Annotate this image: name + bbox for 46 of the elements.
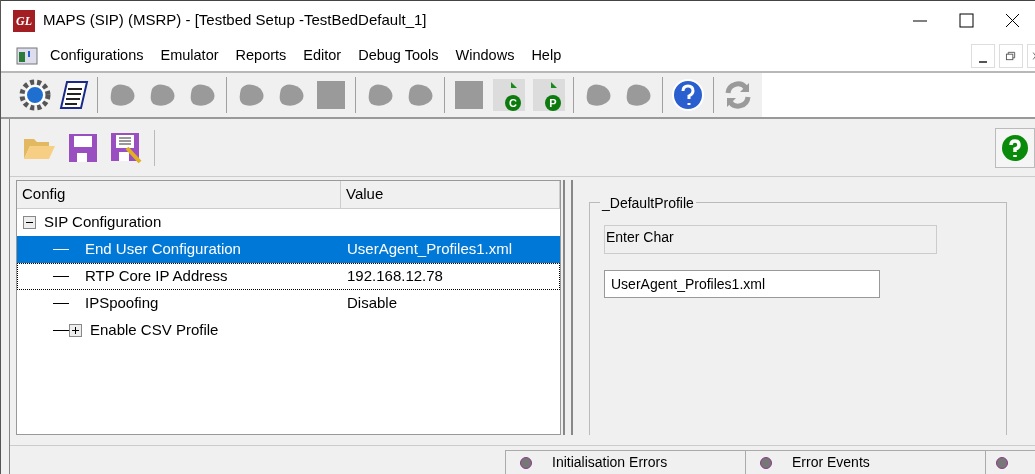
splitter[interactable] xyxy=(563,180,573,435)
help-icon xyxy=(1001,133,1029,162)
app-logo: GL xyxy=(13,9,35,32)
restore-button[interactable] xyxy=(999,43,1023,68)
menu-item[interactable]: Configurations xyxy=(50,44,144,67)
status-label: Error Events xyxy=(792,453,870,472)
status-led-icon xyxy=(520,456,532,469)
save-edit-icon[interactable] xyxy=(110,131,142,164)
column-header[interactable]: Value xyxy=(341,181,560,208)
menu-item[interactable]: Reports xyxy=(235,44,287,67)
notepad-icon[interactable] xyxy=(59,79,89,111)
tree-value: UserAgent_Profiles1.xml xyxy=(346,239,513,260)
profile-input[interactable]: UserAgent_Profiles1.xml xyxy=(604,270,880,298)
prompt-label: Enter Char xyxy=(604,225,937,254)
minimize-button[interactable] xyxy=(971,43,995,68)
menu-item[interactable]: Help xyxy=(531,44,562,67)
column-header[interactable]: Config xyxy=(17,181,341,208)
document-icon[interactable]: P xyxy=(533,79,565,111)
tree-row[interactable]: RTP Core IP Address 192.168.12.78 xyxy=(17,263,560,290)
tree-label: RTP Core IP Address xyxy=(85,266,228,287)
menu-item[interactable]: Debug Tools xyxy=(358,44,439,67)
tree-label: Enable CSV Profile xyxy=(90,320,219,341)
collapse-icon[interactable] xyxy=(23,216,36,229)
document-icon[interactable]: C xyxy=(493,79,525,111)
menu-item[interactable]: Editor xyxy=(303,44,342,67)
tree-row[interactable]: Enable CSV Profile xyxy=(17,317,560,344)
tree-row[interactable]: SIP Configuration xyxy=(17,209,560,236)
tree-label: SIP Configuration xyxy=(44,212,162,233)
tree-value: 192.168.12.78 xyxy=(346,266,443,287)
document-window-icon[interactable] xyxy=(16,46,38,65)
menu-item[interactable]: Windows xyxy=(455,44,515,67)
window-title: MAPS (SIP) (MSRP) - [Testbed Setup -TestBedDefault_1] xyxy=(43,10,427,31)
tree-value: Disable xyxy=(346,293,398,314)
menu-item[interactable]: Emulator xyxy=(160,44,219,67)
tree-row[interactable]: End User Configuration UserAgent_Profiles1.xml xyxy=(17,236,560,263)
status-label: Initialisation Errors xyxy=(552,453,668,472)
tree-label: IPSpoofing xyxy=(85,293,159,314)
tree-label: End User Configuration xyxy=(85,239,241,260)
expand-icon[interactable] xyxy=(69,324,82,337)
status-led-icon xyxy=(760,456,772,469)
status-led-icon xyxy=(996,456,1008,469)
tree-row[interactable]: IPSpoofing Disable xyxy=(17,290,560,317)
help-icon[interactable] xyxy=(671,78,705,112)
save-icon[interactable] xyxy=(68,132,98,163)
gear-icon[interactable] xyxy=(19,79,51,111)
help-button[interactable] xyxy=(995,127,1035,168)
